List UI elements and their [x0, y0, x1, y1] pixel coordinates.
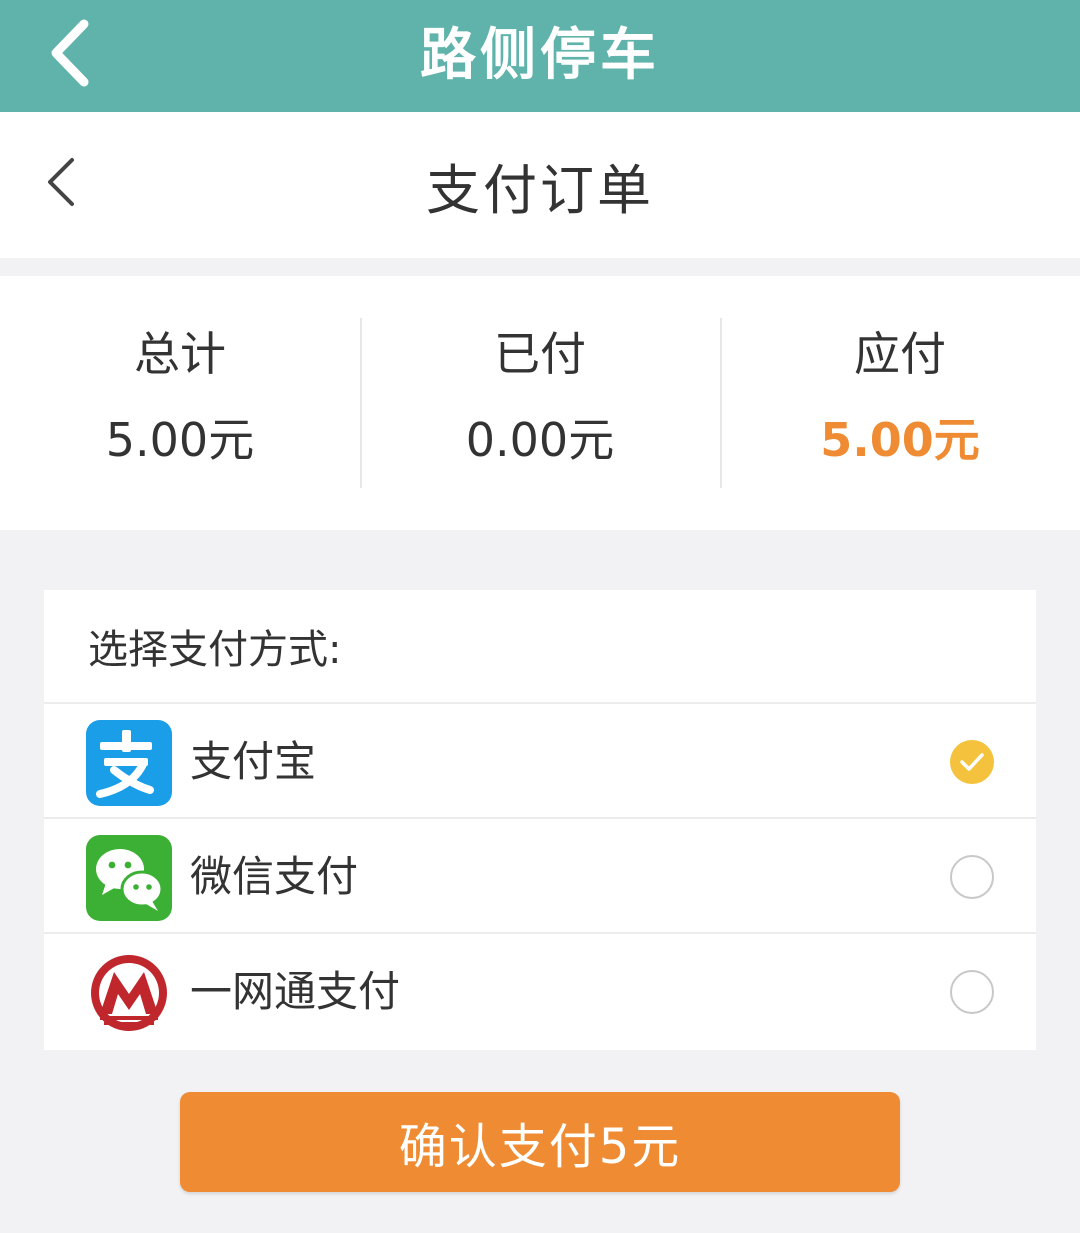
payment-option-wechat[interactable]: 微信支付	[44, 819, 1036, 934]
payment-option-label: 支付宝	[190, 737, 317, 786]
confirm-payment-button[interactable]: 确认支付5元	[180, 1092, 900, 1192]
cmb-yiwangtong-icon	[91, 955, 167, 1031]
paid-value: 0.00元	[465, 413, 615, 467]
total-label: 总计	[134, 327, 226, 381]
due-value: 5.00元	[820, 413, 980, 467]
wechat-pay-icon	[86, 835, 172, 921]
app-title: 路侧停车	[420, 22, 660, 88]
radio-checked[interactable]	[950, 740, 994, 784]
payment-option-label: 一网通支付	[190, 967, 401, 1016]
payment-method-card: 选择支付方式: 支付宝 微信支付 一网通支付	[44, 590, 1036, 1050]
payment-option-alipay[interactable]: 支付宝	[44, 704, 1036, 819]
payment-method-header: 选择支付方式:	[44, 590, 1036, 704]
total-value: 5.00元	[105, 413, 255, 467]
amount-summary: 总计 5.00元 已付 0.00元 应付 5.00元	[0, 276, 1080, 530]
radio-unchecked[interactable]	[950, 970, 994, 1014]
check-icon	[960, 753, 984, 771]
payment-option-yiwangtong[interactable]: 一网通支付	[44, 934, 1036, 1049]
alipay-icon	[86, 720, 172, 806]
radio-unchecked[interactable]	[950, 855, 994, 899]
payment-option-label: 微信支付	[190, 852, 359, 901]
page-header: 支付订单	[0, 112, 1080, 258]
summary-due: 应付 5.00元	[720, 276, 1080, 530]
page-title: 支付订单	[426, 158, 654, 222]
due-label: 应付	[854, 327, 946, 381]
summary-paid: 已付 0.00元	[360, 276, 720, 530]
summary-total: 总计 5.00元	[0, 276, 360, 530]
paid-label: 已付	[494, 327, 586, 381]
app-bar: 路侧停车	[0, 0, 1080, 112]
